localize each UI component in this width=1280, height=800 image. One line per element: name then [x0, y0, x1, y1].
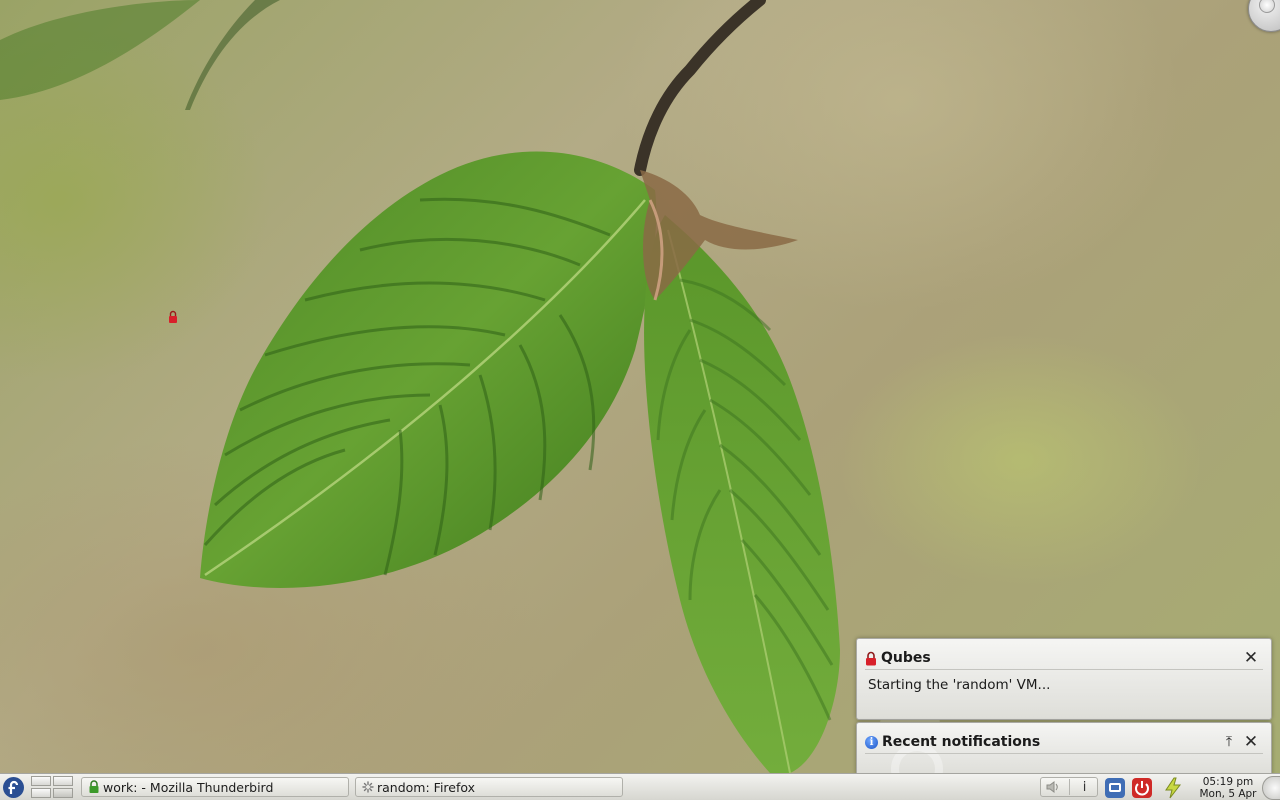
desktop[interactable]: Qubes ✕ Starting the 'random' VM... i Re… — [0, 0, 1280, 800]
notification-header: i Recent notifications ⤒ ✕ — [865, 731, 1263, 754]
desktop-2[interactable] — [53, 776, 73, 786]
clock[interactable]: 05:19 pm Mon, 5 Apr — [1197, 776, 1259, 800]
qubes-manager-icon[interactable] — [1104, 777, 1126, 799]
task-label: work: - Mozilla Thunderbird — [103, 779, 274, 795]
recent-notifications-popup[interactable]: i Recent notifications ⤒ ✕ — [856, 722, 1272, 776]
tray-separator — [1068, 779, 1070, 795]
notification-title: Qubes — [881, 650, 931, 666]
qubes-notification: Qubes ✕ Starting the 'random' VM... — [856, 638, 1272, 720]
info-tray-icon[interactable]: i — [1075, 778, 1095, 796]
clock-time: 05:19 pm — [1202, 776, 1254, 788]
fedora-launcher-icon[interactable] — [2, 776, 25, 799]
notification-message: Starting the 'random' VM... — [868, 677, 1051, 693]
power-icon[interactable] — [1131, 777, 1153, 799]
info-icon: i — [865, 735, 878, 749]
close-icon[interactable]: ✕ — [1241, 648, 1261, 668]
notification-title: Recent notifications — [882, 734, 1041, 750]
desktop-1[interactable] — [31, 776, 51, 786]
task-work-thunderbird[interactable]: work: - Mozilla Thunderbird — [81, 777, 349, 797]
expand-icon[interactable]: ⤒ — [1219, 732, 1239, 752]
task-label: random: Firefox — [377, 779, 476, 795]
green-lock-icon — [89, 780, 99, 793]
loading-spinner-icon — [362, 781, 374, 793]
red-lock-icon — [866, 651, 876, 665]
notification-header: Qubes ✕ — [865, 647, 1263, 670]
desktop-3[interactable] — [31, 788, 51, 798]
panel-toolbox-button[interactable] — [1262, 776, 1280, 800]
volume-icon[interactable] — [1044, 778, 1064, 796]
qubes-lock-icon[interactable] — [168, 310, 178, 324]
system-tray-group: i — [1040, 777, 1098, 797]
clock-date: Mon, 5 Apr — [1199, 788, 1257, 800]
taskbar-panel: work: - Mozilla Thunderbird random: Fire… — [0, 773, 1280, 800]
task-random-firefox[interactable]: random: Firefox — [355, 777, 623, 797]
battery-charging-icon[interactable] — [1162, 777, 1184, 799]
close-icon[interactable]: ✕ — [1241, 732, 1261, 752]
virtual-desktop-pager[interactable] — [31, 776, 73, 798]
desktop-4[interactable] — [53, 788, 73, 798]
